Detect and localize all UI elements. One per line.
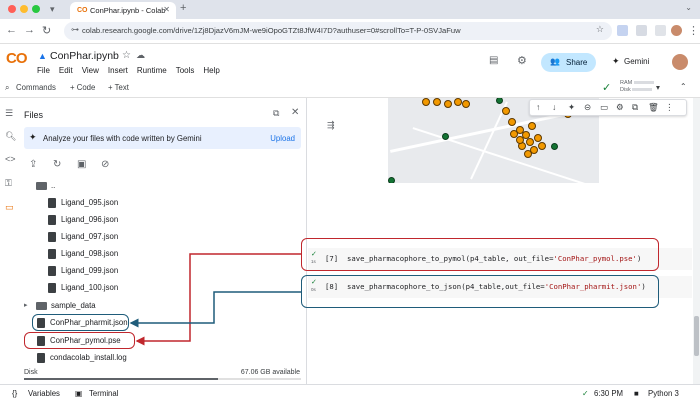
arrow-pymol [135, 253, 301, 346]
runtime-label[interactable]: Python 3 [648, 389, 679, 398]
arrow-pharmit [129, 291, 301, 328]
status-check-icon: ✓ [582, 389, 589, 398]
annotation-arrows [129, 253, 301, 346]
runtime-icon: ■ [634, 389, 639, 398]
variables-button[interactable]: Variables [28, 389, 60, 398]
terminal-icon[interactable]: ▣ [75, 389, 82, 398]
variables-icon[interactable]: {} [12, 389, 17, 398]
status-time: 6:30 PM [594, 389, 624, 398]
terminal-button[interactable]: Terminal [89, 389, 118, 398]
status-bar: {} Variables ▣ Terminal ✓ 6:30 PM ■ Pyth… [0, 384, 700, 401]
